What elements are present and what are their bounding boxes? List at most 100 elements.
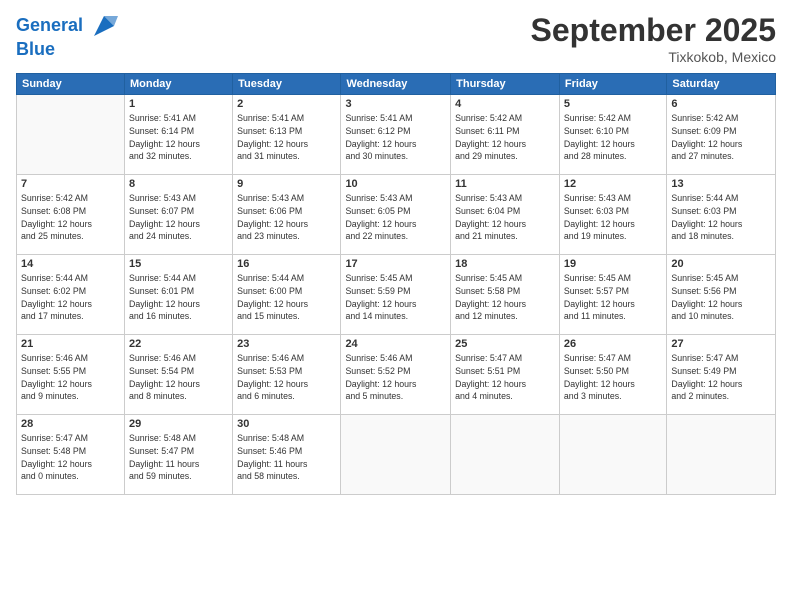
day-number: 27 bbox=[671, 338, 771, 350]
table-row: 9Sunrise: 5:43 AM Sunset: 6:06 PM Daylig… bbox=[233, 175, 341, 255]
day-number: 23 bbox=[237, 338, 336, 350]
day-info: Sunrise: 5:48 AM Sunset: 5:47 PM Dayligh… bbox=[129, 432, 228, 483]
table-row: 28 Sunrise: 5:47 AM Sunset: 5:48 PM Dayli… bbox=[17, 415, 125, 495]
location: Tixkokob, Mexico bbox=[531, 49, 776, 65]
day-info: Sunrise: 5:47 AM Sunset: 5:50 PM Dayligh… bbox=[564, 352, 662, 403]
logo: General Blue bbox=[16, 12, 118, 60]
calendar-header-row: Sunday Monday Tuesday Wednesday Thursday… bbox=[17, 74, 776, 95]
table-row: 11 Sunrise: 5:43 AM Sunset: 6:04 PM Dayli… bbox=[451, 175, 560, 255]
header-thursday: Thursday bbox=[451, 74, 560, 95]
day-info: Sunrise: 5:46 AM Sunset: 5:53 PM Dayligh… bbox=[237, 352, 336, 403]
day-info: Sunrise: 5:43 AM Sunset: 6:06 PM Dayligh… bbox=[237, 192, 336, 243]
day-number: 16 bbox=[237, 258, 336, 270]
table-row: 2 Sunrise: 5:41 AM Sunset: 6:13 PM Daylig… bbox=[233, 95, 341, 175]
day-number: 8 bbox=[129, 178, 228, 190]
day-info: Sunrise: 5:41 AM Sunset: 6:13 PM Dayligh… bbox=[237, 112, 336, 163]
day-info: Sunrise: 5:46 AM Sunset: 5:55 PM Dayligh… bbox=[21, 352, 120, 403]
calendar-week-row: 7 Sunrise: 5:42 AM Sunset: 6:08 PM Daylig… bbox=[17, 175, 776, 255]
header-saturday: Saturday bbox=[667, 74, 776, 95]
day-number: 17 bbox=[345, 258, 446, 270]
day-info: Sunrise: 5:45 AM Sunset: 5:58 PM Dayligh… bbox=[455, 272, 555, 323]
table-row: 17 Sunrise: 5:45 AM Sunset: 5:59 PM Dayli… bbox=[341, 255, 451, 335]
table-row: 22 Sunrise: 5:46 AM Sunset: 5:54 PM Dayli… bbox=[124, 335, 232, 415]
day-info: Sunrise: 5:42 AM Sunset: 6:08 PM Dayligh… bbox=[21, 192, 120, 243]
day-info: Sunrise: 5:47 AM Sunset: 5:51 PM Dayligh… bbox=[455, 352, 555, 403]
day-number: 24 bbox=[345, 338, 446, 350]
table-row: 10Sunrise: 5:43 AM Sunset: 6:05 PM Dayli… bbox=[341, 175, 451, 255]
table-row: 14 Sunrise: 5:44 AM Sunset: 6:02 PM Dayli… bbox=[17, 255, 125, 335]
table-row: 4Sunrise: 5:42 AM Sunset: 6:11 PM Daylig… bbox=[451, 95, 560, 175]
table-row: 5Sunrise: 5:42 AM Sunset: 6:10 PM Daylig… bbox=[559, 95, 666, 175]
header-tuesday: Tuesday bbox=[233, 74, 341, 95]
table-row bbox=[667, 415, 776, 495]
day-info: Sunrise: 5:44 AM Sunset: 6:02 PM Dayligh… bbox=[21, 272, 120, 323]
day-info: Sunrise: 5:45 AM Sunset: 5:57 PM Dayligh… bbox=[564, 272, 662, 323]
table-row bbox=[17, 95, 125, 175]
day-info: Sunrise: 5:45 AM Sunset: 5:56 PM Dayligh… bbox=[671, 272, 771, 323]
day-info: Sunrise: 5:47 AM Sunset: 5:48 PM Dayligh… bbox=[21, 432, 120, 483]
table-row: 13 Sunrise: 5:44 AM Sunset: 6:03 PM Dayli… bbox=[667, 175, 776, 255]
table-row: 7 Sunrise: 5:42 AM Sunset: 6:08 PM Daylig… bbox=[17, 175, 125, 255]
day-info: Sunrise: 5:43 AM Sunset: 6:03 PM Dayligh… bbox=[564, 192, 662, 243]
day-number: 6 bbox=[671, 98, 771, 110]
day-number: 30 bbox=[237, 418, 336, 430]
table-row: 16 Sunrise: 5:44 AM Sunset: 6:00 PM Dayli… bbox=[233, 255, 341, 335]
day-number: 25 bbox=[455, 338, 555, 350]
day-number: 21 bbox=[21, 338, 120, 350]
header: General Blue September 2025 Tixkokob, Me… bbox=[16, 12, 776, 65]
day-info: Sunrise: 5:42 AM Sunset: 6:09 PM Dayligh… bbox=[671, 112, 771, 163]
table-row: 23 Sunrise: 5:46 AM Sunset: 5:53 PM Dayli… bbox=[233, 335, 341, 415]
table-row: 12 Sunrise: 5:43 AM Sunset: 6:03 PM Dayli… bbox=[559, 175, 666, 255]
day-number: 15 bbox=[129, 258, 228, 270]
header-friday: Friday bbox=[559, 74, 666, 95]
day-info: Sunrise: 5:42 AM Sunset: 6:11 PM Dayligh… bbox=[455, 112, 555, 163]
day-number: 7 bbox=[21, 178, 120, 190]
day-number: 20 bbox=[671, 258, 771, 270]
month-title: September 2025 bbox=[531, 12, 776, 49]
day-info: Sunrise: 5:43 AM Sunset: 6:05 PM Dayligh… bbox=[345, 192, 446, 243]
title-block: September 2025 Tixkokob, Mexico bbox=[531, 12, 776, 65]
calendar-week-row: 1Sunrise: 5:41 AM Sunset: 6:14 PM Daylig… bbox=[17, 95, 776, 175]
day-info: Sunrise: 5:44 AM Sunset: 6:01 PM Dayligh… bbox=[129, 272, 228, 323]
table-row: 21 Sunrise: 5:46 AM Sunset: 5:55 PM Dayli… bbox=[17, 335, 125, 415]
calendar-week-row: 14 Sunrise: 5:44 AM Sunset: 6:02 PM Dayli… bbox=[17, 255, 776, 335]
table-row: 25 Sunrise: 5:47 AM Sunset: 5:51 PM Dayli… bbox=[451, 335, 560, 415]
table-row bbox=[451, 415, 560, 495]
day-number: 14 bbox=[21, 258, 120, 270]
day-info: Sunrise: 5:45 AM Sunset: 5:59 PM Dayligh… bbox=[345, 272, 446, 323]
day-info: Sunrise: 5:46 AM Sunset: 5:54 PM Dayligh… bbox=[129, 352, 228, 403]
table-row: 27 Sunrise: 5:47 AM Sunset: 5:49 PM Dayli… bbox=[667, 335, 776, 415]
day-number: 2 bbox=[237, 98, 336, 110]
table-row: 8Sunrise: 5:43 AM Sunset: 6:07 PM Daylig… bbox=[124, 175, 232, 255]
table-row: 1Sunrise: 5:41 AM Sunset: 6:14 PM Daylig… bbox=[124, 95, 232, 175]
day-number: 18 bbox=[455, 258, 555, 270]
calendar-table: Sunday Monday Tuesday Wednesday Thursday… bbox=[16, 73, 776, 495]
day-number: 28 bbox=[21, 418, 120, 430]
table-row: 24 Sunrise: 5:46 AM Sunset: 5:52 PM Dayli… bbox=[341, 335, 451, 415]
day-number: 22 bbox=[129, 338, 228, 350]
day-number: 29 bbox=[129, 418, 228, 430]
day-info: Sunrise: 5:42 AM Sunset: 6:10 PM Dayligh… bbox=[564, 112, 662, 163]
table-row bbox=[559, 415, 666, 495]
day-number: 11 bbox=[455, 178, 555, 190]
table-row: 15 Sunrise: 5:44 AM Sunset: 6:01 PM Dayli… bbox=[124, 255, 232, 335]
table-row: 26Sunrise: 5:47 AM Sunset: 5:50 PM Dayli… bbox=[559, 335, 666, 415]
day-info: Sunrise: 5:47 AM Sunset: 5:49 PM Dayligh… bbox=[671, 352, 771, 403]
table-row: 30Sunrise: 5:48 AM Sunset: 5:46 PM Dayli… bbox=[233, 415, 341, 495]
header-sunday: Sunday bbox=[17, 74, 125, 95]
day-info: Sunrise: 5:44 AM Sunset: 6:03 PM Dayligh… bbox=[671, 192, 771, 243]
header-wednesday: Wednesday bbox=[341, 74, 451, 95]
day-info: Sunrise: 5:46 AM Sunset: 5:52 PM Dayligh… bbox=[345, 352, 446, 403]
day-number: 3 bbox=[345, 98, 446, 110]
day-info: Sunrise: 5:43 AM Sunset: 6:04 PM Dayligh… bbox=[455, 192, 555, 243]
day-number: 12 bbox=[564, 178, 662, 190]
table-row: 6 Sunrise: 5:42 AM Sunset: 6:09 PM Daylig… bbox=[667, 95, 776, 175]
table-row: 18 Sunrise: 5:45 AM Sunset: 5:58 PM Dayli… bbox=[451, 255, 560, 335]
day-number: 13 bbox=[671, 178, 771, 190]
day-number: 19 bbox=[564, 258, 662, 270]
logo-text-block: General Blue bbox=[16, 12, 118, 60]
header-monday: Monday bbox=[124, 74, 232, 95]
day-info: Sunrise: 5:41 AM Sunset: 6:14 PM Dayligh… bbox=[129, 112, 228, 163]
table-row: 19 Sunrise: 5:45 AM Sunset: 5:57 PM Dayli… bbox=[559, 255, 666, 335]
day-info: Sunrise: 5:44 AM Sunset: 6:00 PM Dayligh… bbox=[237, 272, 336, 323]
